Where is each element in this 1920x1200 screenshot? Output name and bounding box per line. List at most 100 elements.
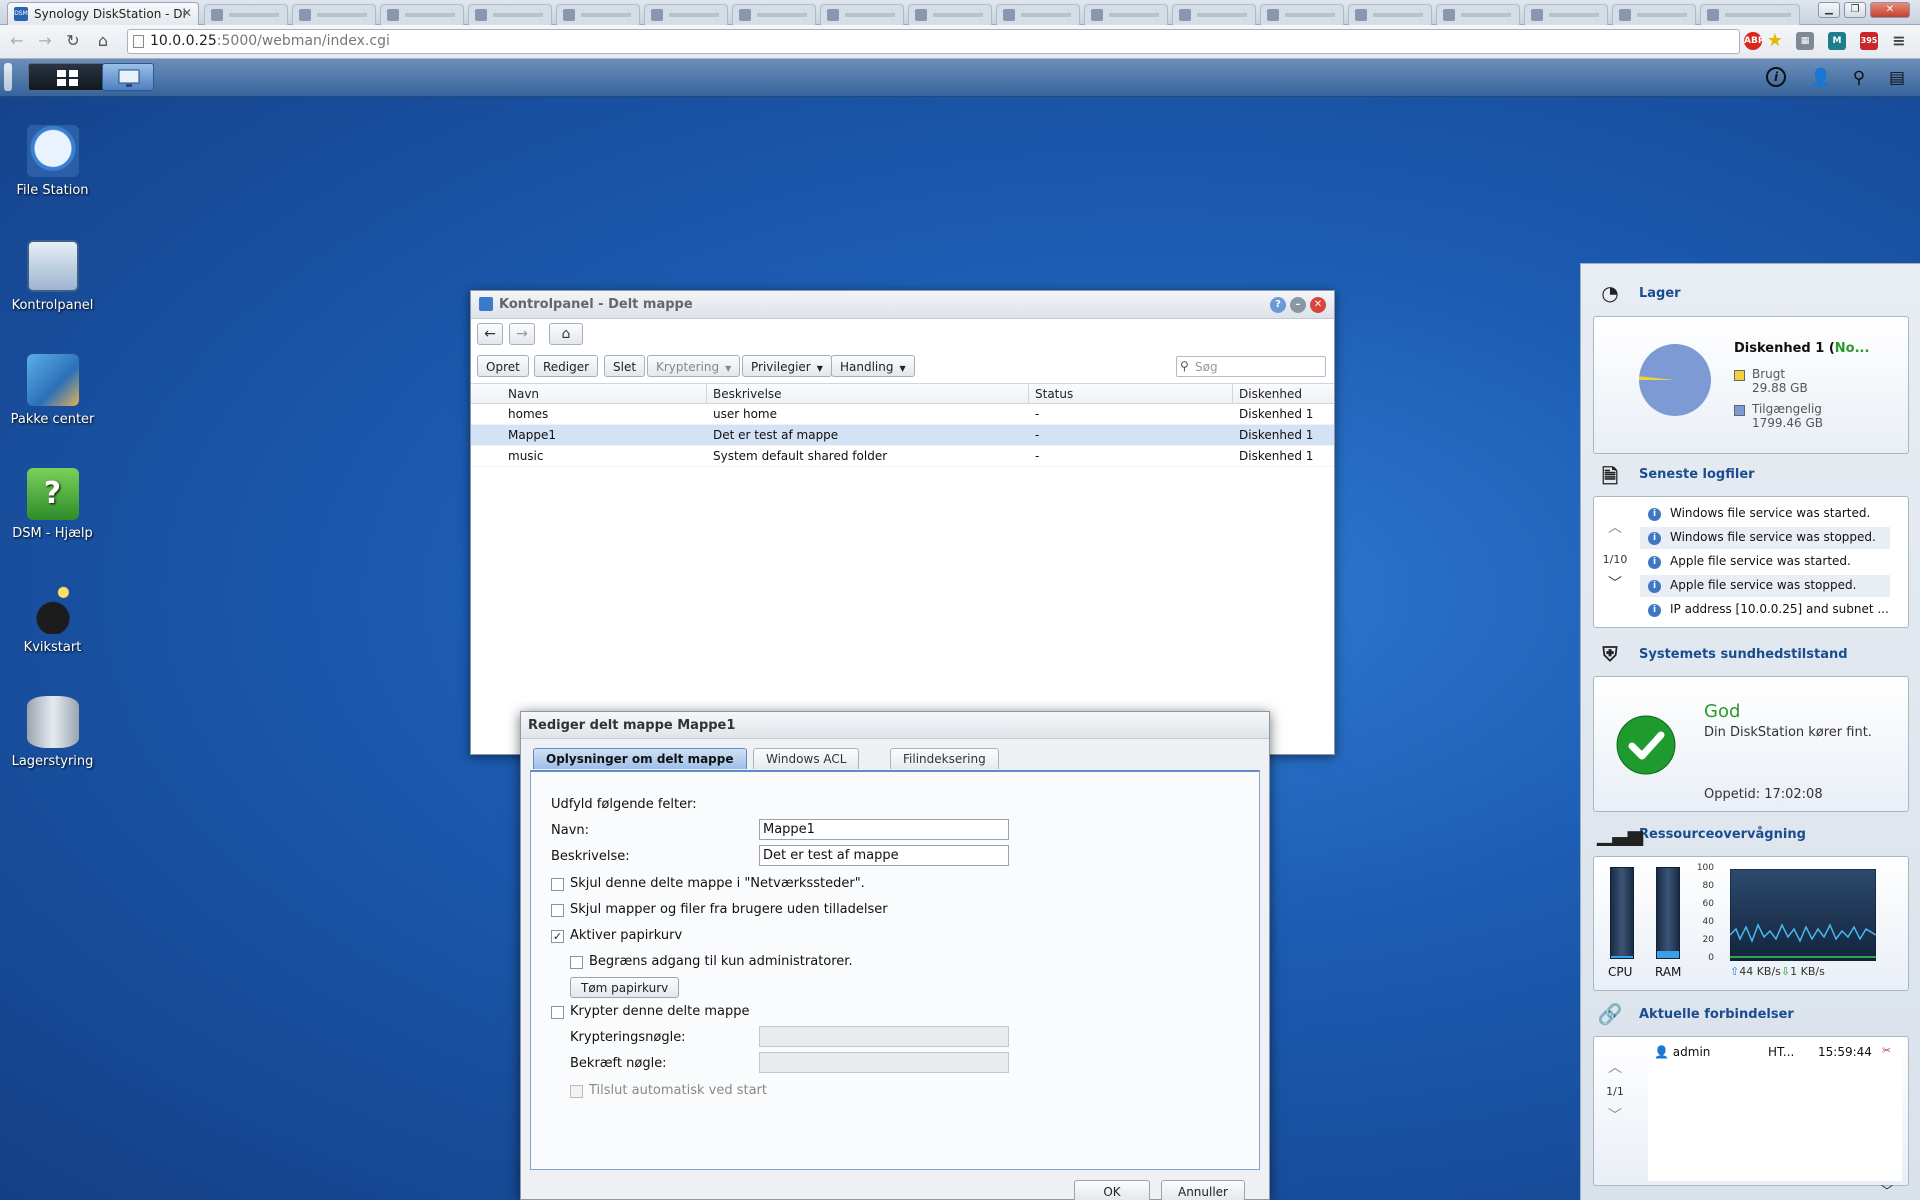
download-arrow-icon: ⇩ <box>1780 965 1791 978</box>
delete-button[interactable]: Slet <box>604 355 646 377</box>
desktop-icon-quick-start[interactable]: Kvikstart <box>10 582 95 655</box>
back-icon[interactable]: ← <box>6 30 28 52</box>
close-icon[interactable]: ✕ <box>1310 297 1326 313</box>
confirm-key-input[interactable] <box>759 1052 1009 1073</box>
browser-tab[interactable] <box>468 4 552 25</box>
nav-forward-button[interactable]: → <box>509 323 535 345</box>
browser-tab[interactable] <box>1084 4 1168 25</box>
rss-count-badge[interactable]: 395 <box>1860 32 1878 50</box>
column-volume[interactable]: Diskenhed <box>1239 387 1302 401</box>
info-icon[interactable]: i <box>1766 67 1786 87</box>
adblock-icon[interactable]: ABP <box>1744 32 1764 50</box>
ok-button[interactable]: OK <box>1074 1180 1150 1200</box>
main-menu-button[interactable] <box>28 63 108 91</box>
empty-recycle-bin-button[interactable]: Tøm papirkurv <box>570 977 680 998</box>
help-icon[interactable]: ? <box>1270 297 1286 313</box>
action-menu-button[interactable]: Handling ▼ <box>831 355 915 377</box>
desktop-icon-dsm-help[interactable]: ? DSM - Hjælp <box>10 468 95 541</box>
nav-home-button[interactable]: ⌂ <box>549 323 583 345</box>
extension-icon[interactable]: ▦ <box>1796 32 1814 50</box>
maximize-window-button[interactable]: ❐ <box>1844 2 1866 18</box>
table-row[interactable]: music System default shared folder - Dis… <box>471 446 1334 467</box>
taskbar-control-panel-button[interactable] <box>102 63 154 91</box>
minimize-icon[interactable]: – <box>1290 297 1306 313</box>
tab-windows-acl[interactable]: Windows ACL <box>753 748 860 769</box>
resource-widget: CPU RAM 100 80 60 40 20 0 ⇧44 KB/s⇩1 KB/… <box>1593 856 1909 991</box>
encryption-menu-button[interactable]: Kryptering ▼ <box>647 355 741 377</box>
health-message: Din DiskStation kører fint. <box>1704 725 1872 740</box>
table-row[interactable]: homes user home - Diskenhed 1 <box>471 404 1334 425</box>
tab-shared-folder-info[interactable]: Oplysninger om delt mappe <box>533 748 747 769</box>
menu-icon[interactable]: ≡ <box>1890 32 1908 50</box>
restrict-admin-checkbox[interactable] <box>570 956 583 969</box>
hide-unauthorized-label: Skjul mapper og filer fra brugere uden t… <box>570 902 888 917</box>
search-icon[interactable]: ⚲ <box>1848 67 1870 89</box>
browser-tab[interactable] <box>820 4 904 25</box>
chevron-down-icon[interactable]: ﹀ <box>1608 1105 1622 1125</box>
browser-tab[interactable] <box>1436 4 1520 25</box>
encryption-key-input[interactable] <box>759 1026 1009 1047</box>
desktop-icon-storage-manager[interactable]: Lagerstyring <box>10 696 95 769</box>
connection-type: HT... <box>1768 1045 1795 1059</box>
chevron-up-icon[interactable]: ︿ <box>1608 1057 1622 1077</box>
column-status[interactable]: Status <box>1035 387 1073 401</box>
cpu-bar <box>1610 867 1634 959</box>
browser-tab[interactable] <box>644 4 728 25</box>
reload-icon[interactable]: ↻ <box>62 30 84 52</box>
network-graph <box>1730 869 1876 961</box>
enable-recycle-bin-checkbox[interactable]: ✓ <box>551 930 564 943</box>
desktop-icon-control-panel[interactable]: Kontrolpanel <box>10 240 95 313</box>
kick-connection-icon[interactable]: ✂ <box>1882 1044 1891 1057</box>
browser-tab[interactable] <box>908 4 992 25</box>
tab-file-indexing[interactable]: Filindeksering <box>890 748 999 769</box>
collapse-panel-icon[interactable]: ﹀ <box>1881 1182 1893 1199</box>
table-row-selected[interactable]: Mappe1 Det er test af mappe - Diskenhed … <box>471 425 1334 446</box>
window-title-bar[interactable]: Kontrolpanel - Delt mappe ? – ✕ <box>471 291 1334 319</box>
encrypt-folder-checkbox[interactable] <box>551 1006 564 1019</box>
description-input[interactable] <box>759 845 1009 866</box>
browser-tab[interactable] <box>204 4 288 25</box>
cancel-button[interactable]: Annuller <box>1161 1180 1245 1200</box>
browser-tab[interactable] <box>1524 4 1608 25</box>
hide-network-checkbox[interactable] <box>551 878 564 891</box>
grid-icon <box>57 70 78 86</box>
log-item: i IP address [10.0.0.25] and subnet ... <box>1640 599 1890 621</box>
hide-unauthorized-checkbox[interactable] <box>551 904 564 917</box>
nav-back-button[interactable]: ← <box>477 323 503 345</box>
close-window-button[interactable]: ✕ <box>1870 2 1910 18</box>
dialog-title[interactable]: Rediger delt mappe Mappe1 <box>521 712 1269 739</box>
url-field[interactable]: 10.0.0.25:5000/webman/index.cgi <box>127 29 1740 54</box>
column-name[interactable]: Navn <box>508 387 539 401</box>
widgets-icon[interactable]: ▤ <box>1886 67 1908 89</box>
browser-tab[interactable] <box>1700 4 1800 25</box>
close-tab-icon[interactable]: ✕ <box>182 6 192 20</box>
m-extension-icon[interactable]: M <box>1828 32 1846 50</box>
forward-icon[interactable]: → <box>34 30 56 52</box>
browser-tab[interactable] <box>1612 4 1696 25</box>
create-button[interactable]: Opret <box>477 355 529 377</box>
browser-tab[interactable] <box>1260 4 1344 25</box>
browser-tab[interactable] <box>732 4 816 25</box>
privileges-menu-button[interactable]: Privilegier ▼ <box>742 355 832 377</box>
browser-tab[interactable] <box>292 4 376 25</box>
help-book-icon: ? <box>26 468 79 520</box>
browser-tab[interactable] <box>1172 4 1256 25</box>
column-description[interactable]: Beskrivelse <box>713 387 782 401</box>
browser-tab[interactable] <box>556 4 640 25</box>
desktop-icon-file-station[interactable]: File Station <box>10 125 95 198</box>
browser-tab[interactable] <box>996 4 1080 25</box>
browser-tab[interactable] <box>1348 4 1432 25</box>
chevron-up-icon[interactable]: ︿ <box>1608 517 1622 537</box>
star-icon[interactable]: ★ <box>1766 32 1784 50</box>
auto-mount-checkbox[interactable] <box>570 1085 583 1098</box>
edit-button[interactable]: Rediger <box>534 355 599 377</box>
browser-tab-active[interactable]: DSM Synology DiskStation - Di ✕ <box>7 2 199 25</box>
minimize-window-button[interactable]: ▁ <box>1818 2 1840 18</box>
chevron-down-icon[interactable]: ﹀ <box>1608 573 1622 593</box>
home-icon[interactable]: ⌂ <box>92 30 114 52</box>
user-icon[interactable]: 👤 <box>1810 67 1832 89</box>
name-input[interactable] <box>759 819 1009 840</box>
search-input[interactable]: ⚲ Søg <box>1176 356 1326 377</box>
desktop-icon-package-center[interactable]: Pakke center <box>10 354 95 427</box>
browser-tab[interactable] <box>380 4 464 25</box>
